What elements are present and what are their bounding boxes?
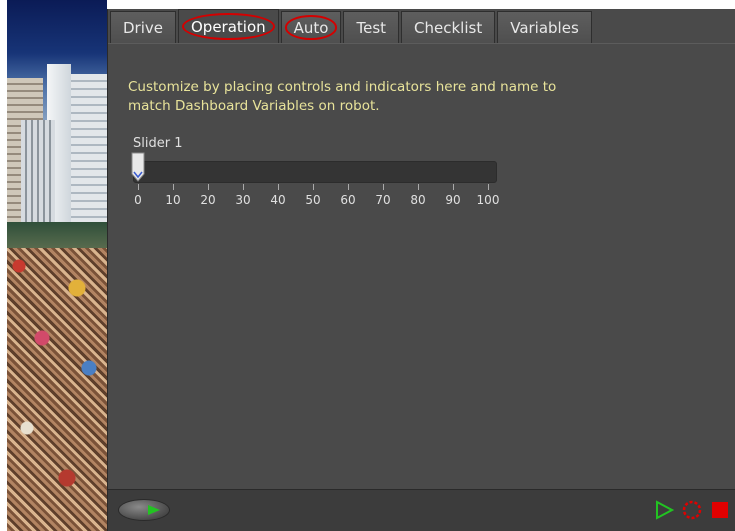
screenshot-frame: Drive Operation Auto Test Checklist Vari… <box>0 0 735 531</box>
slider-tick-label: 50 <box>305 193 321 207</box>
tab-content-operation: Customize by placing controls and indica… <box>108 43 735 490</box>
run-button[interactable] <box>118 499 170 521</box>
stop-square-icon[interactable] <box>710 500 730 520</box>
tab-label: Checklist <box>414 18 483 37</box>
tab-label: Variables <box>510 18 579 37</box>
beach-crowd <box>7 248 107 531</box>
slider-tick-labels: 0 10 20 30 40 50 60 70 80 90 100 <box>134 193 508 209</box>
tab-variables[interactable]: Variables <box>497 11 592 43</box>
slider-tick-label: 20 <box>200 193 216 207</box>
slider-tick-label: 0 <box>134 193 142 207</box>
slider-tick <box>138 184 139 190</box>
slider-tick <box>348 184 349 190</box>
tab-checklist[interactable]: Checklist <box>401 11 496 43</box>
bottom-status-bar <box>108 489 735 531</box>
slider-tick-label: 100 <box>476 193 500 207</box>
play-arrow-icon <box>148 505 160 515</box>
slider-tick-label: 90 <box>445 193 461 207</box>
tab-label: Test <box>356 18 387 37</box>
slider-tick <box>208 184 209 190</box>
slider-tick-label: 10 <box>165 193 181 207</box>
instructions-text: Customize by placing controls and indica… <box>128 79 557 114</box>
tab-test[interactable]: Test <box>343 11 400 43</box>
slider-tick-label: 30 <box>235 193 251 207</box>
dashboard-panel: Drive Operation Auto Test Checklist Vari… <box>107 9 735 531</box>
slider-ticks <box>138 184 489 192</box>
slider-tick <box>418 184 419 190</box>
slider-tick-label: 60 <box>340 193 356 207</box>
slider-tick <box>313 184 314 190</box>
slider-thumb[interactable] <box>131 152 145 182</box>
slider-tick-label: 80 <box>410 193 426 207</box>
tab-drive[interactable]: Drive <box>110 11 176 43</box>
slider-tick <box>243 184 244 190</box>
tab-auto[interactable]: Auto <box>280 11 342 43</box>
slider-tick <box>488 184 489 190</box>
tab-label: Auto <box>293 18 329 37</box>
slider-tick <box>453 184 454 190</box>
slider-track[interactable] <box>133 161 497 183</box>
building <box>71 74 107 239</box>
tab-label: Operation <box>191 17 266 36</box>
slider-tick-label: 70 <box>375 193 391 207</box>
slider-tick <box>173 184 174 190</box>
play-outline-icon[interactable] <box>654 500 674 520</box>
tab-operation[interactable]: Operation <box>178 9 279 43</box>
record-dotted-circle-icon[interactable] <box>682 500 702 520</box>
tab-label: Drive <box>123 18 163 37</box>
trees <box>7 222 107 250</box>
beach-photo-background <box>7 0 107 531</box>
slider-tick-label: 40 <box>270 193 286 207</box>
tab-bar: Drive Operation Auto Test Checklist Vari… <box>110 9 594 43</box>
slider-label: Slider 1 <box>133 136 183 151</box>
slider-tick <box>278 184 279 190</box>
slider-tick <box>383 184 384 190</box>
